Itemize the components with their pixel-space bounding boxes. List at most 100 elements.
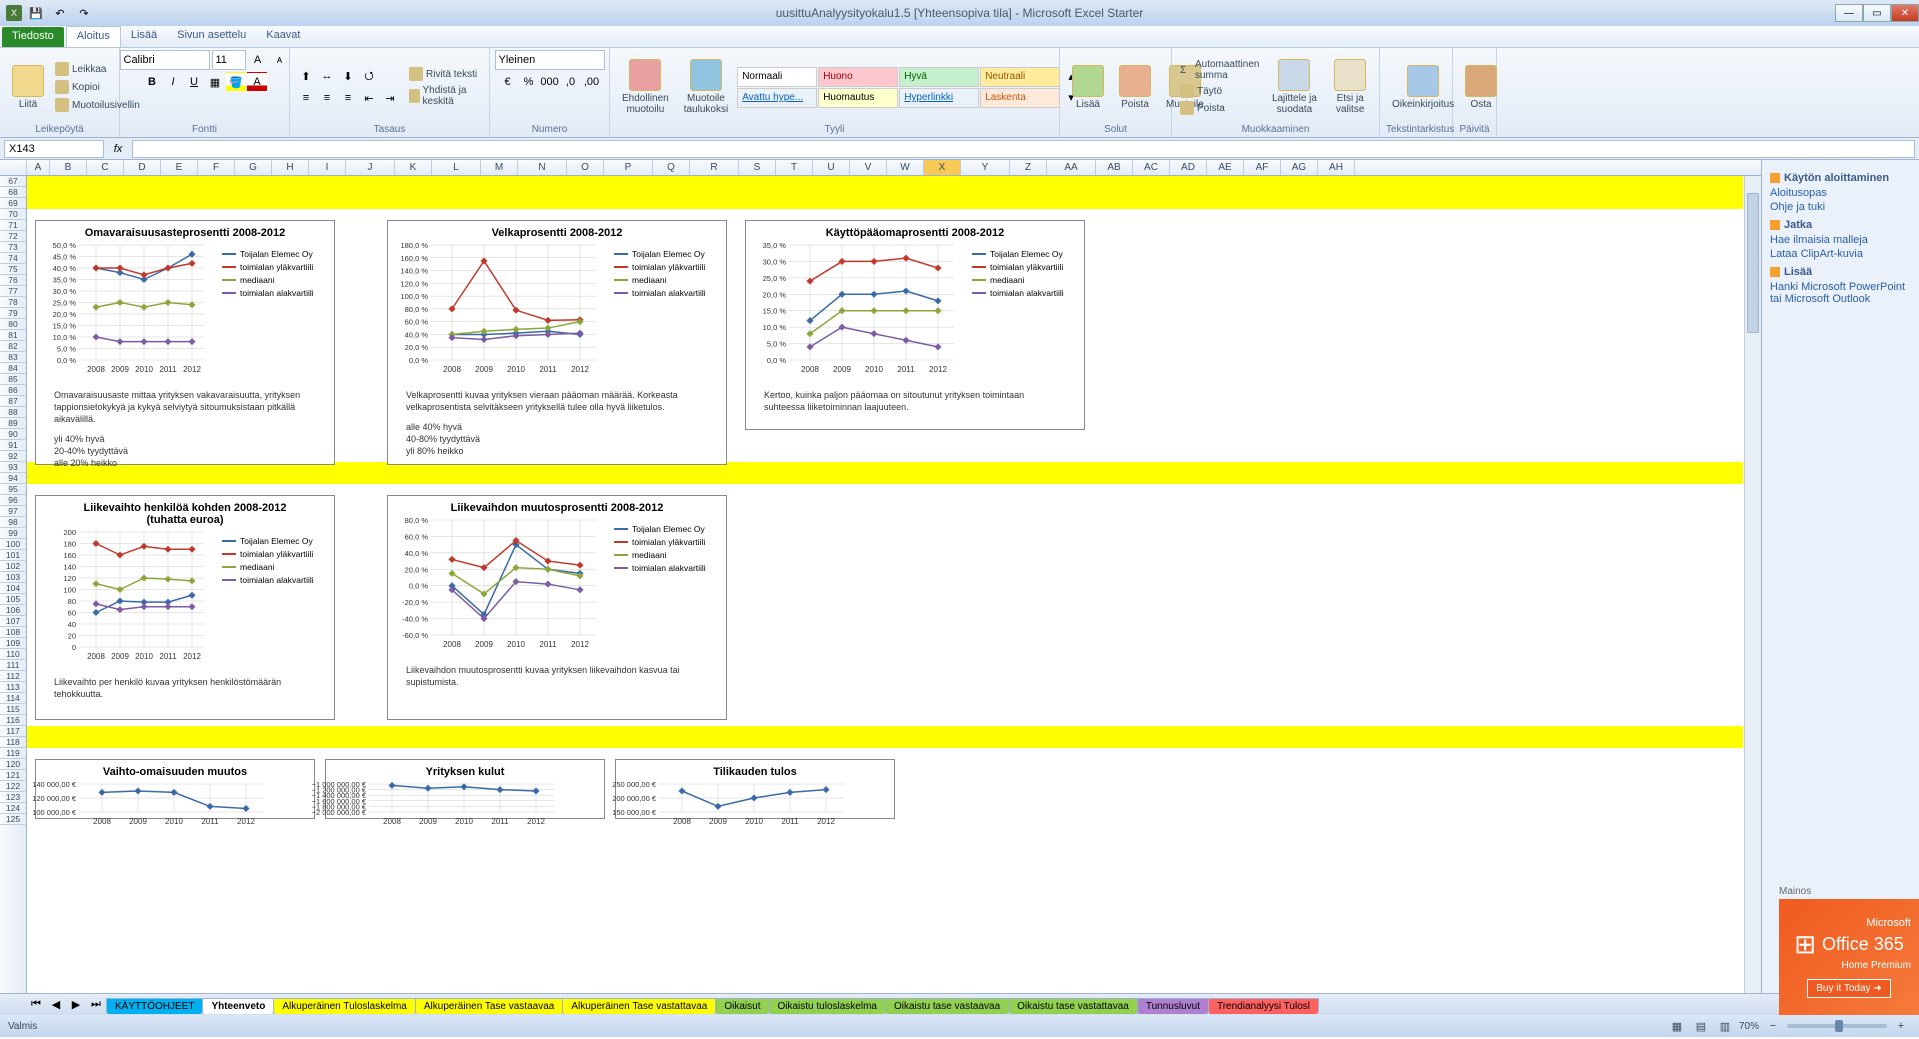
row-head-74[interactable]: 74 xyxy=(0,253,26,264)
link-quickstart[interactable]: Aloitusopas xyxy=(1770,187,1911,199)
link-help[interactable]: Ohje ja tuki xyxy=(1770,201,1911,213)
fx-icon[interactable]: fx xyxy=(108,139,128,159)
row-head-89[interactable]: 89 xyxy=(0,418,26,429)
row-head-84[interactable]: 84 xyxy=(0,363,26,374)
tab-nav-prev-icon[interactable]: ◀ xyxy=(46,995,66,1015)
row-head-78[interactable]: 78 xyxy=(0,297,26,308)
row-head-92[interactable]: 92 xyxy=(0,451,26,462)
col-head-AB[interactable]: AB xyxy=(1096,160,1133,175)
row-head-73[interactable]: 73 xyxy=(0,242,26,253)
minimize-button[interactable]: — xyxy=(1835,4,1863,22)
indent-inc-icon[interactable]: ⇥ xyxy=(380,88,400,108)
delete-cells-button[interactable]: Poista xyxy=(1113,63,1157,112)
link-clipart[interactable]: Lataa ClipArt-kuvia xyxy=(1770,248,1911,260)
col-head-N[interactable]: N xyxy=(518,160,567,175)
style-good[interactable]: Hyvä xyxy=(899,67,979,87)
row-head-90[interactable]: 90 xyxy=(0,429,26,440)
zoom-slider[interactable] xyxy=(1787,1024,1887,1028)
row-head-71[interactable]: 71 xyxy=(0,220,26,231)
col-head-Q[interactable]: Q xyxy=(653,160,690,175)
row-head-103[interactable]: 103 xyxy=(0,572,26,583)
row-head-85[interactable]: 85 xyxy=(0,374,26,385)
formula-input[interactable] xyxy=(132,140,1915,158)
style-open-hyperlink[interactable]: Avattu hype... xyxy=(737,88,817,108)
style-calc[interactable]: Laskenta xyxy=(980,88,1060,108)
align-left-icon[interactable]: ≡ xyxy=(296,88,316,108)
grow-font-icon[interactable]: A xyxy=(248,50,268,70)
sheet-tab[interactable]: Trendianalyysi Tulosl xyxy=(1208,998,1319,1014)
row-head-101[interactable]: 101 xyxy=(0,550,26,561)
col-head-A[interactable]: A xyxy=(27,160,50,175)
zoom-in-button[interactable]: + xyxy=(1891,1016,1911,1036)
col-head-D[interactable]: D xyxy=(124,160,161,175)
col-head-AD[interactable]: AD xyxy=(1170,160,1207,175)
col-head-P[interactable]: P xyxy=(604,160,653,175)
font-size-combo[interactable] xyxy=(212,50,246,70)
row-head-99[interactable]: 99 xyxy=(0,528,26,539)
row-head-95[interactable]: 95 xyxy=(0,484,26,495)
col-head-U[interactable]: U xyxy=(813,160,850,175)
row-head-83[interactable]: 83 xyxy=(0,352,26,363)
row-head-114[interactable]: 114 xyxy=(0,693,26,704)
font-name-combo[interactable] xyxy=(120,50,210,70)
merge-center-button[interactable]: Yhdistä ja keskitä xyxy=(407,84,483,108)
font-color-button[interactable]: A xyxy=(247,72,267,92)
row-head-122[interactable]: 122 xyxy=(0,781,26,792)
align-center-icon[interactable]: ≡ xyxy=(317,88,337,108)
row-head-115[interactable]: 115 xyxy=(0,704,26,715)
col-head-M[interactable]: M xyxy=(481,160,518,175)
col-head-G[interactable]: G xyxy=(235,160,272,175)
link-templates[interactable]: Hae ilmaisia malleja xyxy=(1770,234,1911,246)
col-head-AC[interactable]: AC xyxy=(1133,160,1170,175)
tab-home[interactable]: Aloitus xyxy=(66,26,121,47)
col-head-X[interactable]: X xyxy=(924,160,961,175)
maximize-button[interactable]: ▭ xyxy=(1863,4,1891,22)
row-head-109[interactable]: 109 xyxy=(0,638,26,649)
row-head-97[interactable]: 97 xyxy=(0,506,26,517)
row-head-113[interactable]: 113 xyxy=(0,682,26,693)
chart-c4[interactable]: Liikevaihto henkilöä kohden 2008-2012(tu… xyxy=(35,495,335,720)
paste-button[interactable]: Liitä xyxy=(6,63,50,112)
col-head-T[interactable]: T xyxy=(776,160,813,175)
col-head-K[interactable]: K xyxy=(395,160,432,175)
col-head-F[interactable]: F xyxy=(198,160,235,175)
align-bottom-icon[interactable]: ⬇ xyxy=(338,66,358,86)
sheet-tab[interactable]: Alkuperäinen Tase vastattavaa xyxy=(562,998,716,1014)
row-head-107[interactable]: 107 xyxy=(0,616,26,627)
insert-cells-button[interactable]: Lisää xyxy=(1066,63,1110,112)
row-head-108[interactable]: 108 xyxy=(0,627,26,638)
col-head-V[interactable]: V xyxy=(850,160,887,175)
view-pagebreak-icon[interactable]: ▥ xyxy=(1715,1016,1735,1036)
conditional-format-button[interactable]: Ehdollinen muotoilu xyxy=(616,57,675,117)
row-head-70[interactable]: 70 xyxy=(0,209,26,220)
style-note[interactable]: Huomautus xyxy=(818,88,898,108)
spellcheck-button[interactable]: Oikeinkirjoitus xyxy=(1386,63,1460,112)
chart-c7[interactable]: Yrityksen kulut −2 000 000,00 €−1 800 00… xyxy=(325,759,605,819)
bold-button[interactable]: B xyxy=(142,72,162,92)
row-head-106[interactable]: 106 xyxy=(0,605,26,616)
row-head-81[interactable]: 81 xyxy=(0,330,26,341)
chart-c1[interactable]: Omavaraisuusasteprosentti 2008-2012 0,0 … xyxy=(35,220,335,465)
row-head-116[interactable]: 116 xyxy=(0,715,26,726)
align-middle-icon[interactable]: ↔ xyxy=(317,66,337,86)
row-head-100[interactable]: 100 xyxy=(0,539,26,550)
inc-decimal-icon[interactable]: ,0 xyxy=(561,72,581,92)
col-head-J[interactable]: J xyxy=(346,160,395,175)
close-button[interactable]: ✕ xyxy=(1891,4,1919,22)
col-head-R[interactable]: R xyxy=(690,160,739,175)
row-head-102[interactable]: 102 xyxy=(0,561,26,572)
border-button[interactable]: ▦ xyxy=(205,72,225,92)
sheet-tab[interactable]: Alkuperäinen Tase vastaavaa xyxy=(415,998,563,1014)
col-head-C[interactable]: C xyxy=(87,160,124,175)
row-head-105[interactable]: 105 xyxy=(0,594,26,605)
col-head-W[interactable]: W xyxy=(887,160,924,175)
autosum-button[interactable]: Σ Automaattinen summa xyxy=(1178,58,1261,82)
col-head-L[interactable]: L xyxy=(432,160,481,175)
indent-dec-icon[interactable]: ⇤ xyxy=(359,88,379,108)
row-head-111[interactable]: 111 xyxy=(0,660,26,671)
format-as-table-button[interactable]: Muotoile taulukoksi xyxy=(678,57,734,117)
row-head-117[interactable]: 117 xyxy=(0,726,26,737)
chart-c6[interactable]: Vaihto-omaisuuden muutos 100 000,00 €120… xyxy=(35,759,315,819)
row-head-119[interactable]: 119 xyxy=(0,748,26,759)
row-head-120[interactable]: 120 xyxy=(0,759,26,770)
